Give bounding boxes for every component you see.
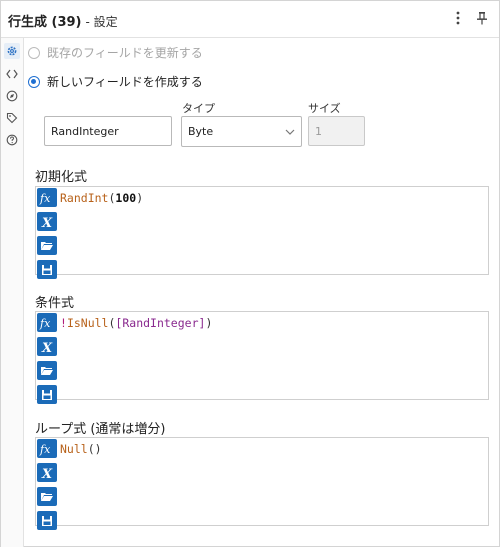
open-folder-icon[interactable]	[37, 487, 57, 506]
panel-subtitle: - 設定	[85, 15, 118, 29]
type-select-value: Byte	[188, 125, 214, 138]
save-icon[interactable]	[37, 385, 57, 404]
fx-icon[interactable]: fx	[37, 313, 57, 332]
svg-text:fx: fx	[39, 443, 51, 456]
radio-update-existing-label: 既存のフィールドを更新する	[47, 46, 203, 60]
radio-update-existing[interactable]: 既存のフィールドを更新する	[28, 44, 203, 61]
open-folder-icon[interactable]	[37, 236, 57, 255]
expr-parens: ()	[87, 442, 102, 456]
expr-field: [RandInteger]	[115, 316, 206, 330]
panel-title: 行生成 (39) - 設定	[8, 11, 118, 30]
code-icon[interactable]	[4, 66, 20, 82]
save-icon[interactable]	[37, 260, 57, 279]
loop-expression-title: ループ式 (通常は増分)	[35, 422, 166, 437]
expr-function: RandInt	[60, 191, 109, 205]
condition-expression-editor[interactable]: fx X !IsNull([RandInteger])	[35, 311, 489, 404]
size-input: 1	[308, 116, 365, 146]
loop-expression-text[interactable]: Null()	[60, 442, 102, 456]
open-folder-icon[interactable]	[37, 361, 57, 380]
field-name-input[interactable]: RandInteger	[44, 116, 172, 146]
fx-icon[interactable]: fx	[37, 439, 57, 458]
more-options-icon[interactable]	[447, 7, 469, 29]
expr-close-paren: )	[136, 191, 144, 205]
radio-create-new[interactable]: 新しいフィールドを作成する	[28, 73, 203, 90]
expr-function: Null	[60, 442, 88, 456]
pin-icon[interactable]	[471, 7, 493, 29]
help-icon[interactable]	[4, 132, 20, 148]
condition-expression-title: 条件式	[35, 296, 75, 311]
variable-icon[interactable]: X	[37, 212, 57, 231]
panel-header: 行生成 (39) - 設定	[1, 1, 499, 38]
init-expression-title: 初期化式	[35, 170, 88, 185]
tag-icon[interactable]	[4, 110, 20, 126]
condition-expression-text[interactable]: !IsNull([RandInteger])	[60, 316, 212, 330]
svg-text:fx: fx	[39, 317, 51, 330]
variable-icon[interactable]: X	[37, 463, 57, 482]
expr-argument: 100	[115, 191, 137, 205]
configuration-panel: 行生成 (39) - 設定 既存のフィールドを更新する 新しいフィールドを作成す…	[0, 0, 500, 547]
init-expression-editor[interactable]: fx X RandInt(100)	[35, 186, 489, 279]
sidebar	[1, 38, 24, 547]
expr-operator: !	[60, 316, 67, 330]
variable-icon[interactable]: X	[37, 337, 57, 356]
chevron-down-icon	[285, 125, 295, 138]
compass-icon[interactable]	[4, 88, 20, 104]
content-area: 既存のフィールドを更新する 新しいフィールドを作成する タイプ サイズ Rand…	[24, 38, 499, 547]
type-label: タイプ	[182, 102, 215, 115]
save-icon[interactable]	[37, 511, 57, 530]
radio-button-on[interactable]	[28, 75, 40, 88]
expr-function: IsNull	[66, 316, 109, 330]
size-label: サイズ	[308, 102, 341, 115]
radio-create-new-label: 新しいフィールドを作成する	[47, 75, 203, 89]
tool-title: 行生成 (39)	[8, 15, 82, 30]
svg-text:X: X	[41, 216, 53, 229]
svg-text:X: X	[41, 467, 53, 480]
svg-text:X: X	[41, 341, 53, 354]
init-expression-text[interactable]: RandInt(100)	[60, 191, 143, 205]
svg-text:fx: fx	[39, 192, 51, 205]
type-select[interactable]: Byte	[181, 116, 302, 147]
expr-close-paren: )	[205, 316, 213, 330]
fx-icon[interactable]: fx	[37, 188, 57, 207]
gear-icon[interactable]	[4, 43, 20, 59]
loop-expression-editor[interactable]: fx X Null()	[35, 437, 489, 530]
radio-button-off[interactable]	[28, 46, 40, 59]
